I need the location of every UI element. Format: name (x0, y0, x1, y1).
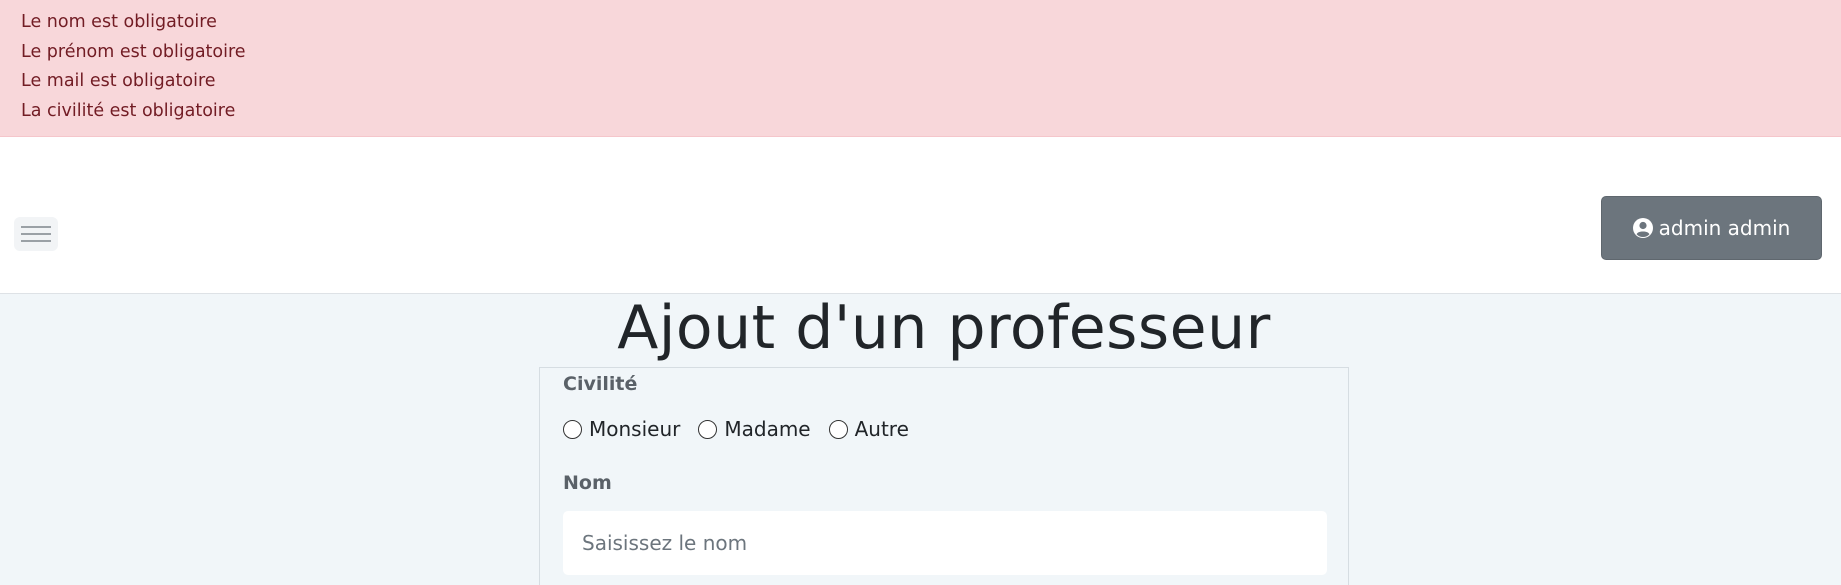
nom-input[interactable] (563, 511, 1327, 575)
user-circle-icon (1632, 218, 1653, 238)
page-title: Ajout d'un professeur (617, 293, 1271, 363)
civilite-radio-group: Monsieur Madame Autre (563, 416, 927, 442)
radio-autre[interactable]: Autre (828, 417, 909, 441)
user-menu-button[interactable]: admin admin (1601, 196, 1822, 260)
professor-form: Civilité Monsieur Madame Autre Nom (539, 367, 1349, 585)
radio-monsieur-label: Monsieur (589, 417, 681, 441)
top-navbar: admin admin (0, 137, 1841, 294)
hamburger-menu-icon[interactable] (14, 217, 58, 251)
nom-label: Nom (563, 472, 612, 494)
error-message-mail: Le mail est obligatoire (21, 71, 216, 91)
user-name-label: admin admin (1658, 216, 1791, 240)
radio-madame-label: Madame (724, 417, 811, 441)
radio-monsieur-circle[interactable] (563, 419, 582, 439)
error-message-nom: Le nom est obligatoire (21, 12, 217, 32)
error-alert: Le nom est obligatoire Le prénom est obl… (0, 0, 1841, 137)
radio-madame-circle[interactable] (698, 419, 718, 439)
error-message-civilite: La civilité est obligatoire (21, 100, 236, 121)
radio-monsieur[interactable]: Monsieur (563, 417, 680, 441)
error-message-prenom: Le prénom est obligatoire (21, 41, 246, 62)
radio-madame[interactable]: Madame (698, 417, 811, 441)
radio-autre-label: Autre (854, 417, 909, 441)
civilite-label: Civilité (563, 373, 638, 395)
radio-autre-circle[interactable] (828, 419, 848, 439)
